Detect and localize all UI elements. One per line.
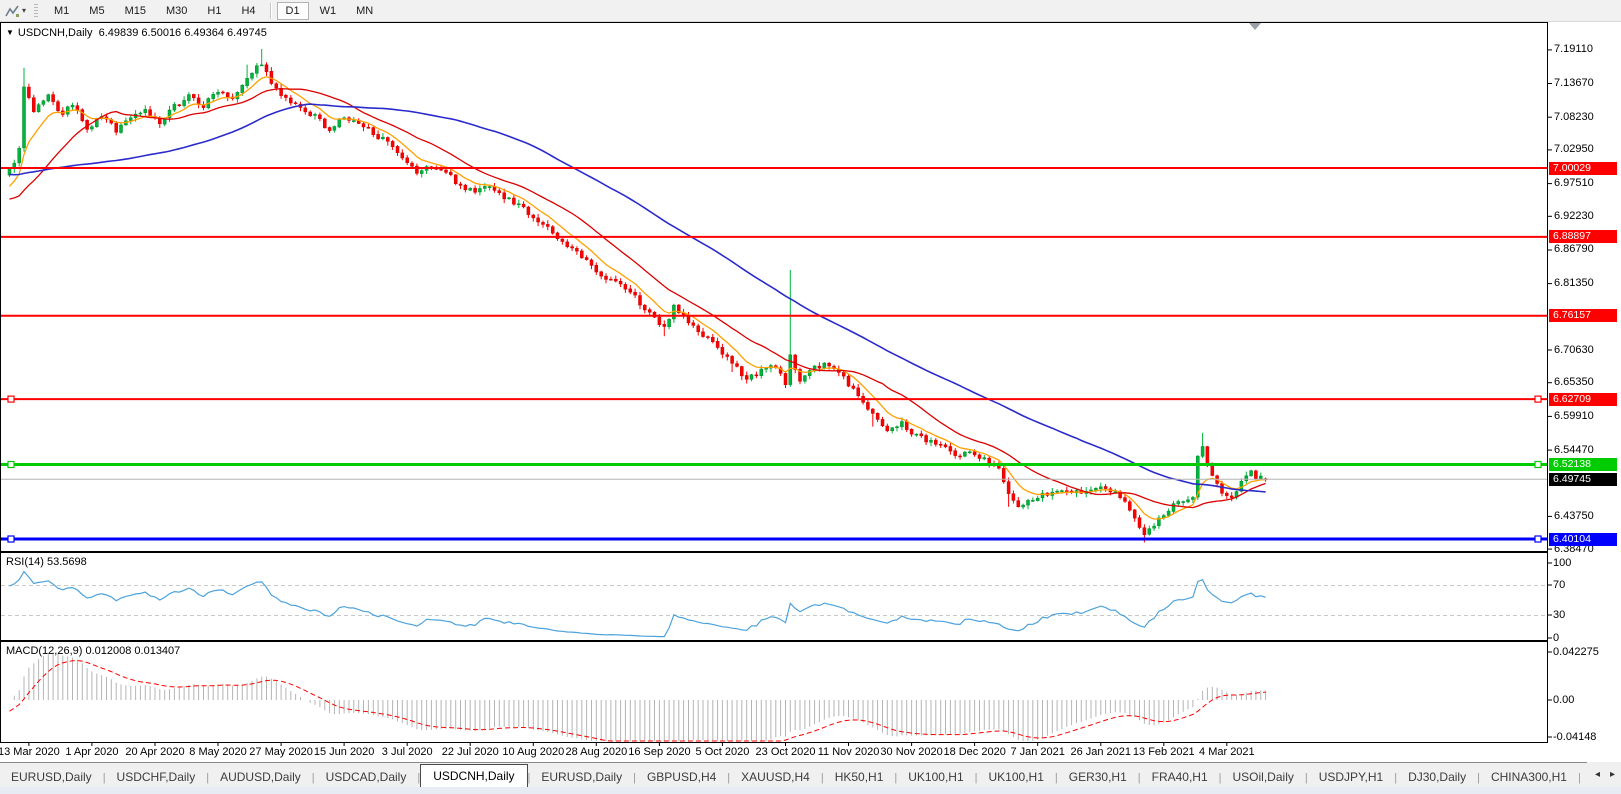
date-axis-label: 1 Apr 2020	[65, 746, 119, 758]
chart-tab-usdcad-daily[interactable]: USDCAD,Daily	[315, 767, 418, 788]
chart-tab-usdcnh-daily[interactable]: USDCNH,Daily	[420, 764, 528, 788]
price-level-label-6.62709[interactable]: 6.62709	[1549, 392, 1617, 406]
date-axis-label: 3 Jul 2020	[381, 746, 433, 758]
chart-tab-china300-h1[interactable]: CHINA300,H1	[1480, 767, 1578, 788]
price-axis-tick: 6.92230	[1554, 209, 1594, 222]
date-axis-label: 27 May 2020	[249, 746, 313, 758]
toolbar-dropdown-arrow-icon[interactable]: ▾	[22, 6, 26, 15]
tab-scroll-right-icon[interactable]: ▸	[1610, 769, 1615, 780]
date-axis-label: 26 Jan 2021	[1070, 746, 1132, 758]
date-axis-label: 23 Oct 2020	[755, 746, 816, 758]
price-axis-tick: 6.59910	[1554, 409, 1594, 422]
macd-indicator-label: MACD(12,26,9) 0.012008 0.013407	[6, 645, 181, 657]
timeframe-button-W1[interactable]: W1	[311, 2, 346, 20]
timeframe-button-M1[interactable]: M1	[45, 2, 78, 20]
timeframe-button-H1[interactable]: H1	[198, 2, 230, 20]
chart-tab-usdchf-daily[interactable]: USDCHF,Daily	[106, 767, 207, 788]
date-axis-label: 13 Feb 2021	[1132, 746, 1195, 758]
date-axis-label: 18 Dec 2020	[943, 746, 1006, 758]
date-axis-label: 20 Apr 2020	[125, 746, 185, 758]
date-axis-label: 30 Nov 2020	[880, 746, 943, 758]
date-axis-label: 8 May 2020	[189, 746, 247, 758]
date-axis-label: 15 Jun 2020	[313, 746, 375, 758]
price-level-label-6.88897[interactable]: 6.88897	[1549, 230, 1617, 244]
price-axis-tick: 6.97510	[1554, 177, 1594, 190]
timeframe-button-M30[interactable]: M30	[157, 2, 196, 20]
date-axis-label: 11 Nov 2020	[817, 746, 880, 758]
toolbar-grip[interactable]	[34, 3, 39, 18]
chart-title: ▼ USDCNH,Daily 6.49839 6.50016 6.49364 6.…	[6, 27, 267, 39]
date-axis-label: 22 Jul 2020	[441, 746, 499, 758]
chart-title-text: USDCNH,Daily 6.49839 6.50016 6.49364 6.4…	[17, 27, 267, 39]
price-level-label-6.52138[interactable]: 6.52138	[1549, 457, 1617, 471]
timeframe-button-MN[interactable]: MN	[347, 2, 382, 20]
chart-tab-uk100-h1[interactable]: UK100,H1	[978, 767, 1055, 788]
tab-scroll-left-icon[interactable]: ◂	[1595, 769, 1600, 780]
rsi-axis-tick: 30	[1553, 608, 1566, 621]
price-axis-tick: 7.08230	[1554, 110, 1594, 123]
rsi-axis-tick: 0	[1553, 631, 1560, 644]
chart-tab-bar: EURUSD,Daily | USDCHF,Daily | AUDUSD,Daily | U…	[0, 762, 1621, 788]
chart-tab-uk100-h1[interactable]: UK100,H1	[897, 767, 974, 788]
line-studies-icon[interactable]	[3, 3, 21, 19]
chart-tab-eurusd-daily[interactable]: EURUSD,Daily	[0, 767, 103, 788]
mt4-terminal: { "icons": { "dropdown_small": "▾", "col…	[0, 0, 1621, 794]
toolbar-separator	[269, 2, 272, 19]
date-axis-label: 4 Mar 2021	[1199, 746, 1255, 758]
price-level-label-6.49745[interactable]: 6.49745	[1549, 472, 1617, 486]
price-axis-tick: 6.54470	[1554, 443, 1594, 456]
chart-tab-usoil-daily[interactable]: USOil,Daily	[1222, 767, 1305, 788]
timeframe-button-M5[interactable]: M5	[80, 2, 113, 20]
chart-tab-dj30-daily[interactable]: DJ30,Daily	[1397, 767, 1477, 788]
price-axis-tick: 6.43750	[1554, 509, 1594, 522]
chart-tab-xauusd-h4[interactable]: XAUUSD,H4	[730, 767, 821, 788]
price-axis-tick: 6.70630	[1554, 343, 1594, 356]
price-axis-tick: 6.81350	[1554, 277, 1594, 290]
chart-shift-marker[interactable]	[1249, 23, 1261, 30]
date-axis-label: 10 Aug 2020	[502, 746, 565, 758]
date-axis-label: 7 Jan 2021	[1010, 746, 1065, 758]
macd-axis-tick: -0.04148	[1553, 730, 1597, 743]
collapse-arrow-icon[interactable]: ▼	[6, 28, 14, 37]
price-chart-canvas[interactable]	[0, 0, 1621, 794]
rsi-axis-tick: 70	[1553, 578, 1566, 591]
price-level-label-7.00029[interactable]: 7.00029	[1549, 161, 1617, 175]
price-level-label-6.40104[interactable]: 6.40104	[1549, 532, 1617, 546]
timeframe-button-M15[interactable]: M15	[116, 2, 155, 20]
price-axis-tick: 6.65350	[1554, 376, 1594, 389]
chart-tab-fra40-h1[interactable]: FRA40,H1	[1141, 767, 1219, 788]
price-level-label-6.76157[interactable]: 6.76157	[1549, 309, 1617, 323]
price-axis-tick: 7.13670	[1554, 77, 1594, 90]
price-axis-tick: 7.02950	[1554, 143, 1594, 156]
macd-axis-tick: 0.042275	[1553, 645, 1599, 658]
price-axis-tick: 6.86790	[1554, 243, 1594, 256]
price-axis-tick: 7.19110	[1554, 43, 1593, 56]
date-axis-label: 28 Aug 2020	[565, 746, 628, 758]
timeframe-button-D1[interactable]: D1	[276, 1, 309, 20]
macd-axis-tick: 0.00	[1553, 693, 1575, 706]
status-strip	[0, 787, 1621, 794]
rsi-axis-tick: 100	[1553, 556, 1572, 569]
date-axis-label: 13 Mar 2020	[0, 746, 60, 758]
date-axis-label: 16 Sep 2020	[628, 746, 691, 758]
chart-tab-ger30-h1[interactable]: GER30,H1	[1058, 767, 1138, 788]
timeframe-button-H4[interactable]: H4	[232, 2, 264, 20]
tab-scroll-arrows: ◂ ▸	[1586, 762, 1621, 787]
chart-tab-hk50-h1[interactable]: HK50,H1	[824, 767, 895, 788]
date-axis-label: 5 Oct 2020	[695, 746, 750, 758]
chart-tab-eurusd-daily[interactable]: EURUSD,Daily	[530, 767, 633, 788]
timeframe-toolbar: ▾ M1 M5 M15 M30 H1 H4 D1 W1 MN	[0, 0, 1621, 22]
chart-tab-gbpusd-h4[interactable]: GBPUSD,H4	[636, 767, 727, 788]
chart-tab-audusd-daily[interactable]: AUDUSD,Daily	[209, 767, 312, 788]
rsi-indicator-label: RSI(14) 53.5698	[6, 556, 87, 568]
timeframe-buttons: M1 M5 M15 M30 H1 H4 D1 W1 MN	[44, 1, 383, 20]
chart-tab-usdjpy-h1[interactable]: USDJPY,H1	[1308, 767, 1394, 788]
